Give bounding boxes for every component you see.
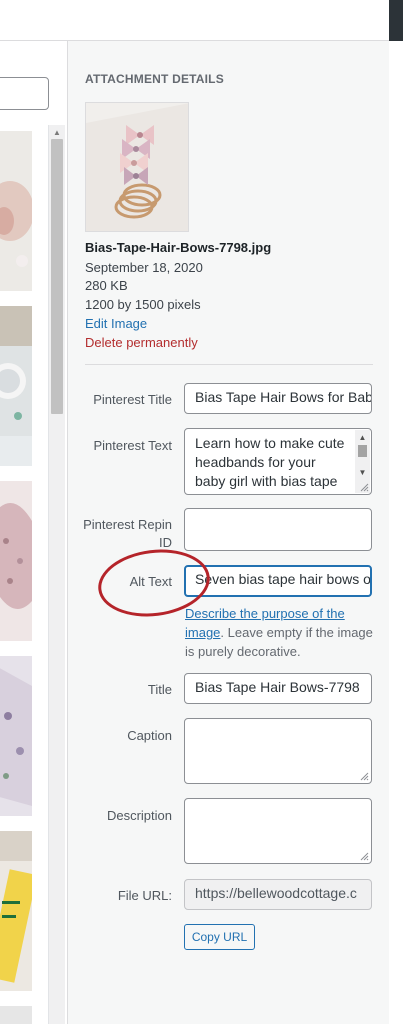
pinterest-text-label: Pinterest Text: [93, 438, 172, 453]
scroll-up-arrow-icon[interactable]: ▲: [355, 430, 370, 444]
pinterest-text-value: Learn how to make cute headbands for you…: [195, 435, 345, 489]
media-thumbnail[interactable]: [0, 831, 32, 991]
description-label: Description: [106, 808, 172, 823]
pinterest-repin-id-input[interactable]: [184, 508, 372, 551]
attachment-file-size: 280 KB: [85, 278, 128, 293]
media-thumbnail[interactable]: [0, 656, 32, 816]
file-url-input[interactable]: https://bellewoodcottage.c: [184, 879, 372, 910]
media-grid-scrollbar[interactable]: ▲: [48, 125, 65, 1024]
modal-edge: [389, 0, 403, 41]
section-divider: [85, 364, 373, 365]
media-thumbnail[interactable]: [0, 306, 32, 466]
file-url-label: File URL:: [117, 888, 172, 903]
attachment-details-heading: ATTACHMENT DETAILS: [85, 72, 224, 86]
alt-text-help: Describe the purpose of the image. Leave…: [185, 604, 375, 661]
alt-text-input[interactable]: Seven bias tape hair bows o: [184, 565, 372, 597]
scrollbar-thumb[interactable]: [51, 139, 63, 414]
description-textarea[interactable]: [184, 798, 372, 864]
resize-handle-icon[interactable]: [360, 772, 369, 781]
attachment-filename: Bias-Tape-Hair-Bows-7798.jpg: [85, 240, 272, 255]
delete-permanently-link[interactable]: Delete permanently: [85, 333, 198, 352]
caption-label: Caption: [127, 728, 172, 743]
media-grid: ▲: [0, 41, 67, 1024]
pinterest-title-input[interactable]: Bias Tape Hair Bows for Bab: [184, 383, 372, 414]
scrollbar-thumb[interactable]: [358, 445, 367, 457]
title-input[interactable]: Bias Tape Hair Bows-7798: [184, 673, 372, 704]
resize-handle-icon[interactable]: [360, 852, 369, 861]
attachment-dimensions: 1200 by 1500 pixels: [85, 297, 201, 312]
media-thumbnail[interactable]: [0, 1006, 32, 1024]
sidebar-scrollbar[interactable]: [389, 41, 403, 1024]
scroll-down-arrow-icon[interactable]: ▼: [355, 465, 370, 479]
pinterest-text-textarea[interactable]: Learn how to make cute headbands for you…: [184, 428, 372, 495]
attachment-preview-image: [85, 102, 189, 232]
attachment-upload-date: September 18, 2020: [85, 260, 203, 275]
pinterest-title-label: Pinterest Title: [93, 392, 172, 407]
media-search-input[interactable]: [0, 77, 49, 110]
scroll-up-arrow-icon[interactable]: ▲: [49, 125, 65, 139]
title-label: Title: [147, 682, 172, 697]
media-thumbnail[interactable]: [0, 131, 32, 291]
modal-top-bar: [0, 0, 403, 41]
alt-text-value: Seven bias tape hair bows o: [195, 571, 371, 587]
copy-url-button[interactable]: Copy URL: [184, 924, 255, 950]
caption-textarea[interactable]: [184, 718, 372, 784]
pinterest-repin-id-label: Pinterest Repin ID: [83, 517, 172, 550]
resize-handle-icon[interactable]: [360, 483, 369, 492]
edit-image-link[interactable]: Edit Image: [85, 314, 147, 333]
media-thumbnail[interactable]: [0, 481, 32, 641]
